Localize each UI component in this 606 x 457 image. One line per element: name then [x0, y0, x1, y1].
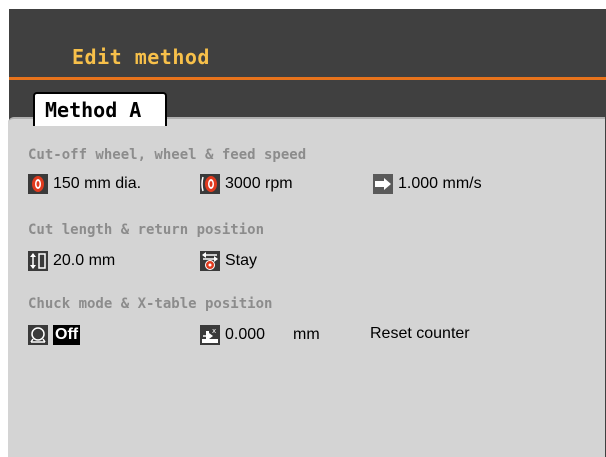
section-heading-cut-length: Cut length & return position: [28, 222, 265, 238]
section-heading-wheel-speed: Cut-off wheel, wheel & feed speed: [28, 147, 307, 163]
cutoff-wheel-icon: [28, 174, 48, 194]
page-title: Edit method: [72, 45, 210, 69]
reset-counter-button[interactable]: Reset counter: [370, 325, 470, 343]
method-panel: Cut-off wheel, wheel & feed speed 150 mm…: [8, 117, 605, 457]
wheel-speed-field[interactable]: 3000 rpm: [200, 174, 293, 194]
wheel-speed-icon: [200, 174, 220, 194]
feed-speed-field[interactable]: 1.000 mm/s: [373, 174, 482, 194]
feed-speed-icon: [373, 174, 393, 194]
chuck-mode-value: Off: [53, 325, 81, 345]
chuck-mode-icon: [28, 325, 48, 345]
x-table-value: 0.000: [225, 326, 266, 343]
wheel-diameter-field[interactable]: 150 mm dia.: [28, 174, 141, 194]
section-heading-chuck: Chuck mode & X-table position: [28, 296, 273, 312]
x-table-position-field[interactable]: x 0.000 mm: [200, 325, 320, 345]
tab-method-a[interactable]: Method A: [33, 92, 167, 126]
x-table-icon: x: [200, 325, 220, 345]
svg-text:x: x: [212, 327, 216, 335]
cut-length-value: 20.0 mm: [53, 252, 116, 269]
cut-length-icon: [28, 251, 48, 271]
x-table-unit: mm: [293, 326, 320, 343]
title-divider: [9, 77, 606, 80]
chuck-mode-field[interactable]: Off: [28, 325, 81, 345]
return-position-icon: [200, 251, 220, 271]
wheel-diameter-value: 150 mm dia.: [53, 175, 142, 192]
wheel-speed-value: 3000 rpm: [225, 175, 293, 192]
return-position-field[interactable]: Stay: [200, 251, 257, 271]
feed-speed-value: 1.000 mm/s: [398, 175, 482, 192]
return-position-value: Stay: [225, 252, 258, 269]
cut-length-field[interactable]: 20.0 mm: [28, 251, 115, 271]
